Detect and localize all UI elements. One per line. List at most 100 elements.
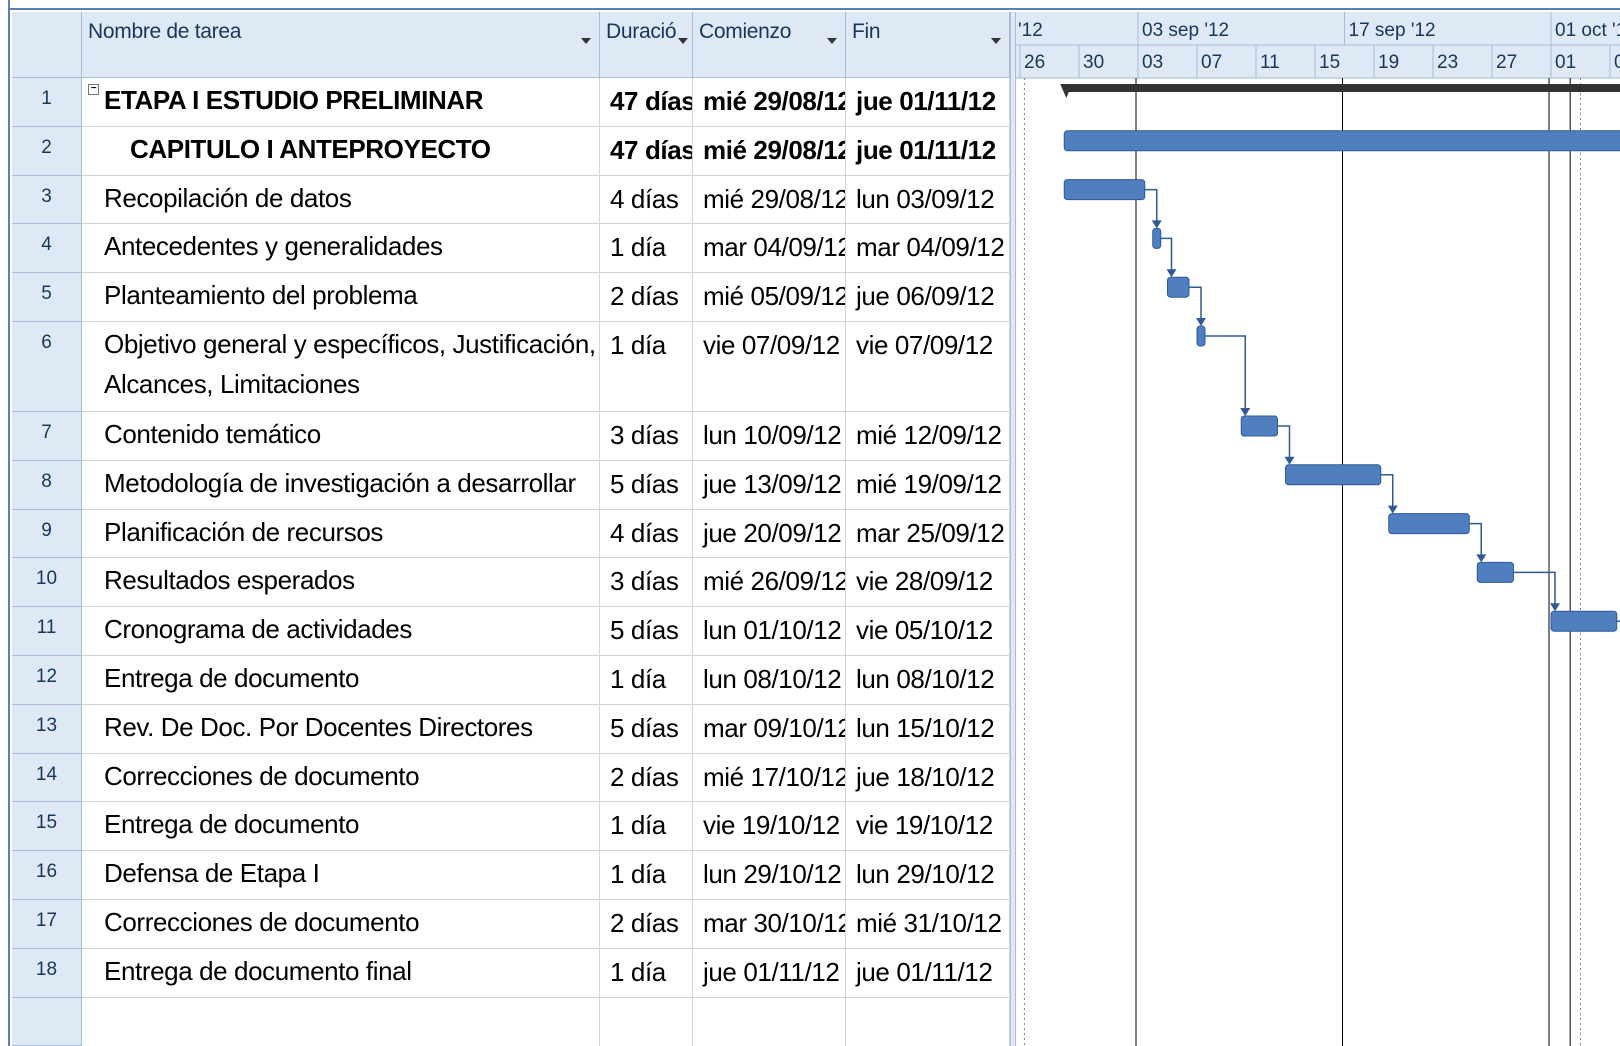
task-end-cell[interactable]: lun 03/09/12 xyxy=(846,175,1010,225)
task-end-cell[interactable]: mar 25/09/12 xyxy=(846,509,1010,559)
task-name-cell[interactable]: Objetivo general y específicos, Justific… xyxy=(82,322,600,412)
filter-dropdown-icon[interactable] xyxy=(678,38,688,44)
task-start-cell[interactable]: mar 04/09/12 xyxy=(693,224,846,274)
task-end-cell[interactable]: mié 19/09/12 xyxy=(846,460,1010,510)
filter-dropdown-icon[interactable] xyxy=(581,38,591,44)
task-end-cell[interactable]: vie 07/09/12 xyxy=(846,322,1010,412)
task-duration-cell[interactable]: 47 días xyxy=(600,126,693,176)
task-end-cell[interactable]: jue 01/11/12 xyxy=(846,126,1010,176)
task-name-cell[interactable]: Rev. De Doc. Por Docentes Directores xyxy=(82,704,600,754)
task-duration-cell[interactable]: 1 día xyxy=(600,948,693,998)
row-number[interactable]: 17 xyxy=(12,900,82,949)
task-name-cell[interactable]: Planificación de recursos xyxy=(82,509,600,559)
task-start-cell[interactable]: vie 07/09/12 xyxy=(693,322,846,412)
task-end-cell[interactable]: mar 04/09/12 xyxy=(846,224,1010,274)
column-header-end[interactable]: Fin xyxy=(846,12,1010,78)
task-duration-cell[interactable]: 5 días xyxy=(600,460,693,510)
task-start-cell[interactable]: vie 19/10/12 xyxy=(693,802,846,852)
task-start-cell[interactable]: jue 20/09/12 xyxy=(693,509,846,559)
task-end-cell[interactable]: jue 06/09/12 xyxy=(846,273,1010,322)
task-duration-cell[interactable]: 2 días xyxy=(600,753,693,803)
row-number[interactable]: 15 xyxy=(12,802,82,852)
task-duration-cell[interactable]: 47 días xyxy=(600,78,693,127)
task-name-cell[interactable]: Recopilación de datos xyxy=(82,175,600,225)
empty-cell[interactable] xyxy=(600,997,693,1046)
task-end-cell[interactable]: vie 28/09/12 xyxy=(846,558,1010,608)
empty-cell[interactable] xyxy=(846,997,1010,1046)
column-header-start[interactable]: Comienzo xyxy=(693,12,846,78)
task-duration-cell[interactable]: 1 día xyxy=(600,851,693,900)
task-end-cell[interactable]: jue 01/11/12 xyxy=(846,78,1010,127)
row-number[interactable]: 11 xyxy=(12,607,82,656)
task-start-cell[interactable]: mar 09/10/12 xyxy=(693,704,846,754)
task-name-cell[interactable]: Entrega de documento final xyxy=(82,948,600,998)
row-number[interactable]: 3 xyxy=(12,175,82,225)
task-start-cell[interactable]: mié 29/08/12 xyxy=(693,126,846,176)
task-duration-cell[interactable]: 1 día xyxy=(600,802,693,852)
task-end-cell[interactable]: mié 12/09/12 xyxy=(846,412,1010,461)
task-end-cell[interactable]: lun 08/10/12 xyxy=(846,656,1010,705)
task-end-cell[interactable]: vie 19/10/12 xyxy=(846,802,1010,852)
row-number[interactable]: 2 xyxy=(12,126,82,176)
task-end-cell[interactable]: mié 31/10/12 xyxy=(846,900,1010,949)
task-end-cell[interactable]: lun 29/10/12 xyxy=(846,851,1010,900)
row-number[interactable]: 16 xyxy=(12,851,82,900)
column-header-name[interactable]: Nombre de tarea xyxy=(82,12,600,78)
task-duration-cell[interactable]: 5 días xyxy=(600,704,693,754)
row-number[interactable]: 7 xyxy=(12,412,82,461)
task-start-cell[interactable]: mié 29/08/12 xyxy=(693,78,846,127)
task-end-cell[interactable]: jue 01/11/12 xyxy=(846,948,1010,998)
filter-dropdown-icon[interactable] xyxy=(827,38,837,44)
task-start-cell[interactable]: mié 05/09/12 xyxy=(693,273,846,322)
task-duration-cell[interactable]: 1 día xyxy=(600,322,693,412)
task-name-cell[interactable]: Planteamiento del problema xyxy=(82,273,600,322)
empty-row-number[interactable] xyxy=(12,997,82,1046)
task-name-cell[interactable]: Antecedentes y generalidades xyxy=(82,224,600,274)
row-number[interactable]: 8 xyxy=(12,460,82,510)
task-start-cell[interactable]: lun 10/09/12 xyxy=(693,412,846,461)
task-name-cell[interactable]: Cronograma de actividades xyxy=(82,607,600,656)
task-duration-cell[interactable]: 4 días xyxy=(600,175,693,225)
task-end-cell[interactable]: jue 18/10/12 xyxy=(846,753,1010,803)
collapse-toggle-icon[interactable]: − xyxy=(88,84,99,95)
empty-cell[interactable] xyxy=(82,997,600,1046)
filter-dropdown-icon[interactable] xyxy=(991,38,1001,44)
task-name-cell[interactable]: Entrega de documento xyxy=(82,656,600,705)
task-duration-cell[interactable]: 3 días xyxy=(600,412,693,461)
task-duration-cell[interactable]: 1 día xyxy=(600,224,693,274)
row-number[interactable]: 6 xyxy=(12,322,82,412)
row-number[interactable]: 1 xyxy=(12,78,82,127)
row-number[interactable]: 4 xyxy=(12,224,82,274)
task-start-cell[interactable]: mié 29/08/12 xyxy=(693,175,846,225)
row-number[interactable]: 18 xyxy=(12,948,82,998)
task-name-cell[interactable]: ETAPA I ESTUDIO PRELIMINAR − xyxy=(82,78,600,127)
row-number[interactable]: 5 xyxy=(12,273,82,322)
row-number[interactable]: 9 xyxy=(12,509,82,559)
task-start-cell[interactable]: lun 29/10/12 xyxy=(693,851,846,900)
task-start-cell[interactable]: jue 13/09/12 xyxy=(693,460,846,510)
task-start-cell[interactable]: mar 30/10/12 xyxy=(693,900,846,949)
task-duration-cell[interactable]: 2 días xyxy=(600,900,693,949)
select-all-corner[interactable] xyxy=(12,12,82,78)
task-start-cell[interactable]: mié 17/10/12 xyxy=(693,753,846,803)
task-start-cell[interactable]: lun 01/10/12 xyxy=(693,607,846,656)
row-number[interactable]: 10 xyxy=(12,558,82,608)
task-name-cell[interactable]: Entrega de documento xyxy=(82,802,600,852)
task-name-cell[interactable]: Correcciones de documento xyxy=(82,753,600,803)
task-start-cell[interactable]: lun 08/10/12 xyxy=(693,656,846,705)
task-name-cell[interactable]: Metodología de investigación a desarroll… xyxy=(82,460,600,510)
task-start-cell[interactable]: mié 26/09/12 xyxy=(693,558,846,608)
empty-cell[interactable] xyxy=(693,997,846,1046)
column-header-duration[interactable]: Duració xyxy=(600,12,693,78)
row-number[interactable]: 13 xyxy=(12,704,82,754)
task-name-cell[interactable]: Correcciones de documento xyxy=(82,900,600,949)
task-duration-cell[interactable]: 1 día xyxy=(600,656,693,705)
task-name-cell[interactable]: Defensa de Etapa I xyxy=(82,851,600,900)
task-name-cell[interactable]: CAPITULO I ANTEPROYECTO xyxy=(82,126,600,176)
row-number[interactable]: 14 xyxy=(12,753,82,803)
task-duration-cell[interactable]: 4 días xyxy=(600,509,693,559)
row-number[interactable]: 12 xyxy=(12,656,82,705)
task-start-cell[interactable]: jue 01/11/12 xyxy=(693,948,846,998)
task-end-cell[interactable]: vie 05/10/12 xyxy=(846,607,1010,656)
task-duration-cell[interactable]: 5 días xyxy=(600,607,693,656)
